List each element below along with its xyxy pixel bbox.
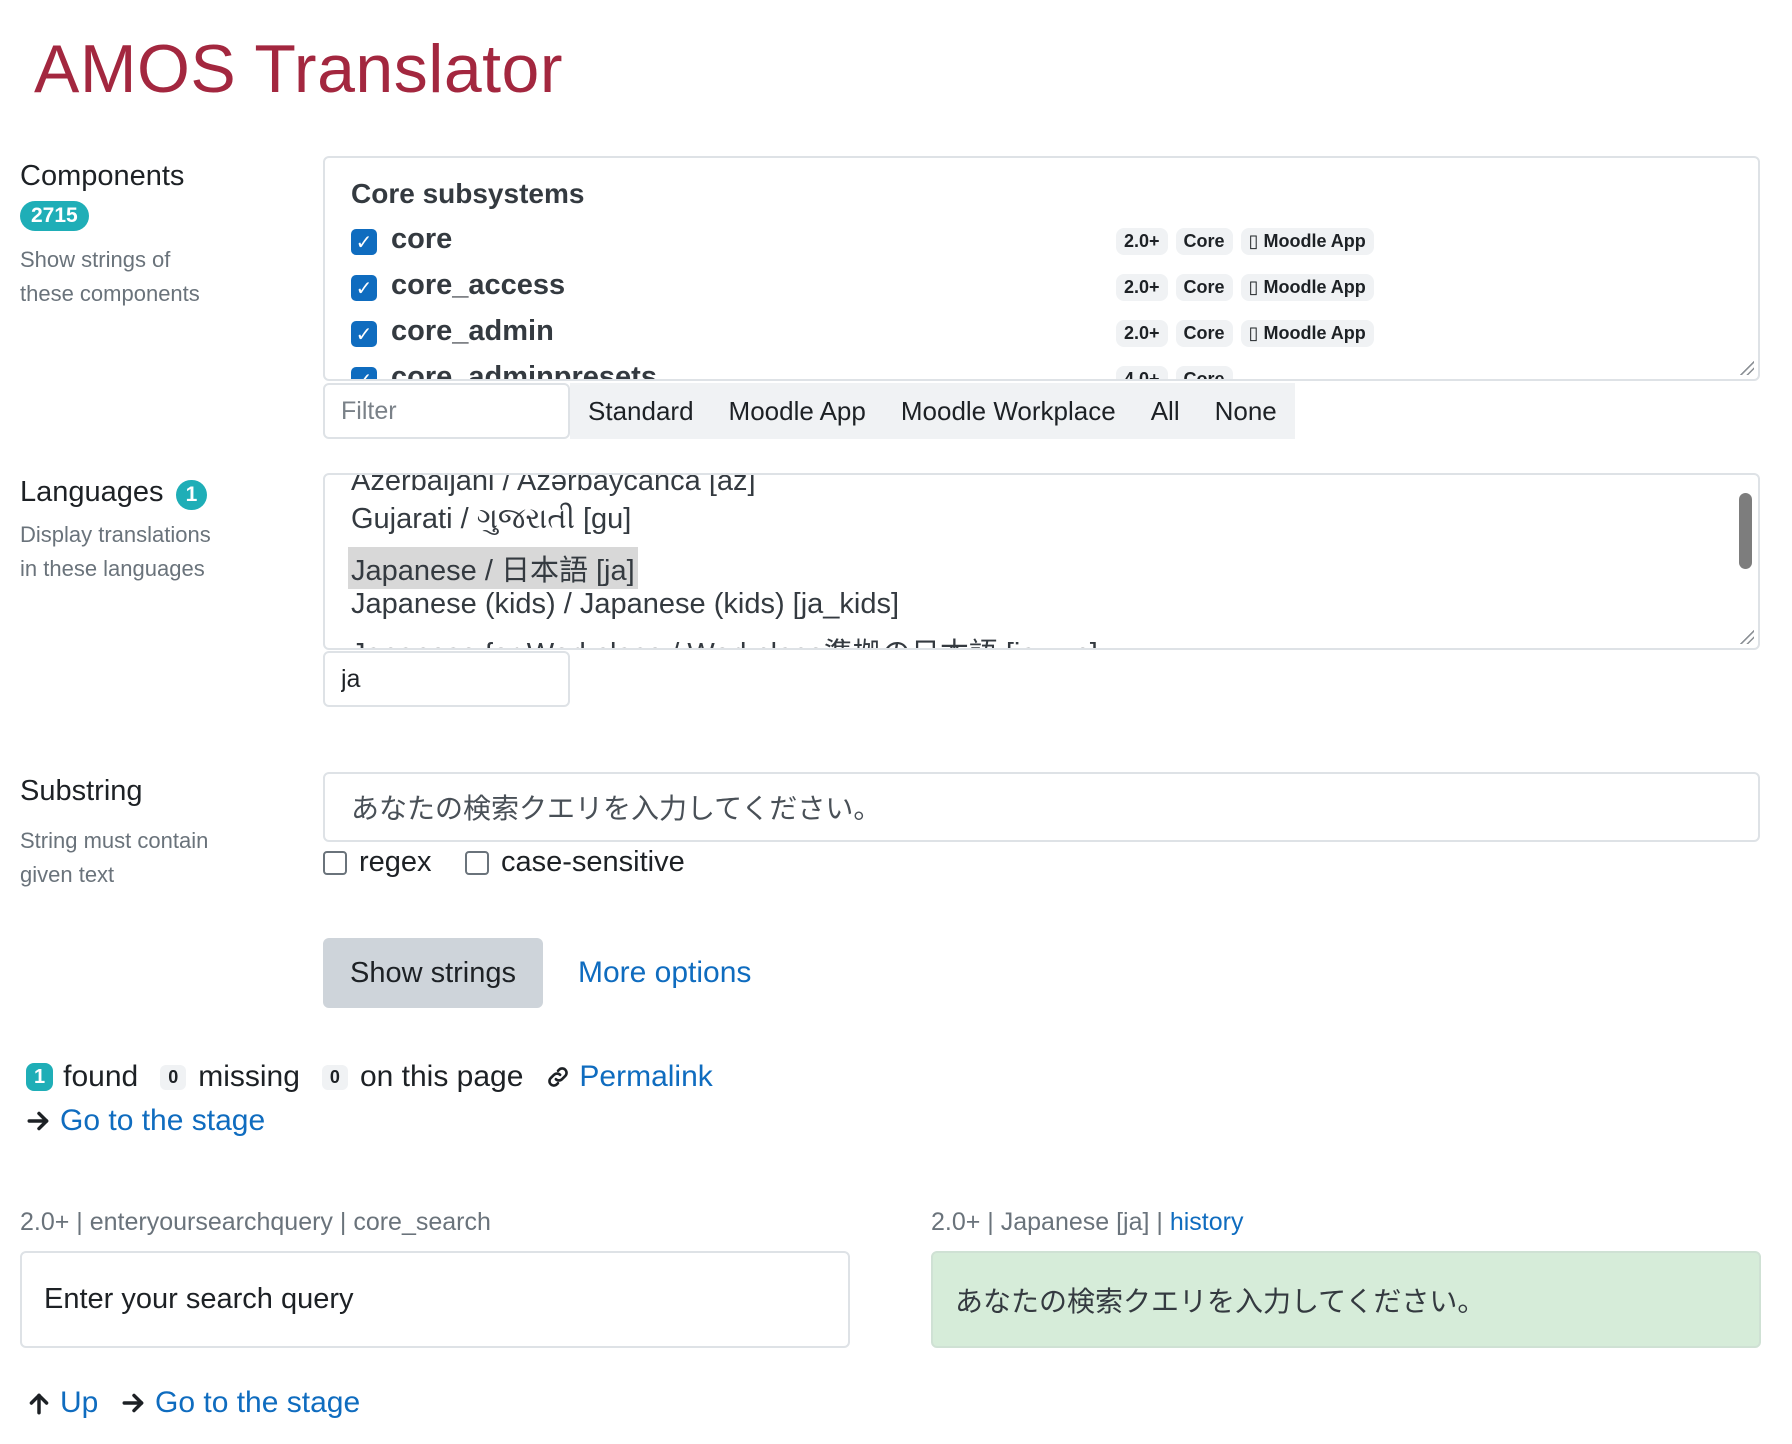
filter-moodle-app-button[interactable]: Moodle App (729, 396, 866, 427)
component-row[interactable]: ✓ core_adminpresets 4.0+ Core (351, 361, 1751, 381)
component-checkbox[interactable]: ✓ (351, 229, 377, 255)
go-to-stage-link[interactable]: Go to the stage (26, 1104, 265, 1138)
more-options-link[interactable]: More options (578, 956, 751, 990)
component-checkbox[interactable]: ✓ (351, 321, 377, 347)
substring-label-group: Substring String must contain given text (20, 775, 300, 892)
component-name: core (391, 223, 453, 255)
regex-option[interactable]: regex (323, 846, 432, 879)
found-label: found (63, 1060, 139, 1093)
resize-grip-icon[interactable] (1738, 628, 1754, 644)
substring-input[interactable] (323, 772, 1760, 842)
component-group-heading: Core subsystems (351, 178, 585, 209)
type-badge: Core (1175, 320, 1233, 347)
arrow-right-icon (27, 1111, 49, 1131)
component-name: core_adminpresets (391, 361, 657, 381)
filter-moodle-workplace-button[interactable]: Moodle Workplace (901, 396, 1116, 427)
component-filter-buttons: Standard Moodle App Moodle Workplace All… (570, 383, 1295, 439)
results-stats: 1 found 0 missing 0 on this page Permali… (26, 1060, 713, 1094)
substring-label: Substring (20, 775, 143, 807)
language-filter-input[interactable] (323, 651, 570, 707)
type-badge: Core (1175, 366, 1233, 379)
component-checkbox[interactable]: ✓ (351, 275, 377, 301)
components-list[interactable]: Core subsystems ✓ core 2.0+ Core ▯ Moodl… (323, 156, 1760, 381)
translation-string[interactable]: あなたの検索クエリを入力してください。 (931, 1251, 1761, 1348)
component-row[interactable]: ✓ core 2.0+ Core ▯ Moodle App (351, 223, 1751, 263)
languages-label-group: Languages 1 Display translations in thes… (20, 476, 300, 586)
original-string: Enter your search query (20, 1251, 850, 1348)
component-name: core_access (391, 269, 566, 301)
filter-none-button[interactable]: None (1215, 396, 1277, 427)
case-sensitive-label: case-sensitive (501, 846, 685, 878)
language-option[interactable]: Gujarati / ગુજરાતી [gu] (351, 503, 631, 536)
component-row[interactable]: ✓ core_admin 2.0+ Core ▯ Moodle App (351, 315, 1751, 355)
substring-description: String must contain given text (20, 828, 209, 887)
language-option-selected[interactable]: Japanese / 日本語 [ja] (348, 547, 638, 589)
app-badge: ▯ Moodle App (1240, 228, 1374, 255)
page-label: on this page (359, 1060, 524, 1093)
version-badge: 2.0+ (1116, 228, 1168, 255)
version-badge: 2.0+ (1116, 320, 1168, 347)
type-badge: Core (1175, 228, 1233, 255)
component-name: core_admin (391, 315, 554, 347)
language-option[interactable]: Azerbaijani / Azərbaycanca [az] (351, 475, 756, 498)
language-option[interactable]: Japanese for Workplace / Workplace準拠の日本語… (351, 630, 1098, 648)
languages-label: Languages (20, 476, 164, 508)
missing-count-badge: 0 (160, 1064, 187, 1090)
arrow-up-icon (29, 1393, 49, 1415)
languages-description: Display translations in these languages (20, 522, 211, 581)
case-sensitive-checkbox[interactable] (465, 850, 489, 875)
component-row[interactable]: ✓ core_access 2.0+ Core ▯ Moodle App (351, 269, 1751, 309)
version-badge: 4.0+ (1116, 366, 1168, 379)
page-count-badge: 0 (321, 1064, 348, 1090)
translation-meta: 2.0+ | Japanese [ja] | history (931, 1208, 1244, 1236)
found-count-badge: 1 (26, 1063, 54, 1091)
component-filter-input[interactable] (323, 383, 570, 439)
page-title: AMOS Translator (34, 31, 563, 107)
arrow-right-icon (122, 1393, 144, 1413)
footer-go-to-stage-link[interactable]: Go to the stage (121, 1386, 360, 1420)
regex-label: regex (359, 846, 432, 878)
up-link[interactable]: Up (26, 1386, 98, 1420)
regex-checkbox[interactable] (323, 850, 347, 875)
amos-page: AMOS Translator Components 2715 Show str… (0, 0, 1792, 1444)
languages-count-badge: 1 (175, 480, 208, 510)
components-label: Components (20, 160, 185, 192)
permalink-link[interactable]: Permalink (545, 1060, 713, 1094)
history-link[interactable]: history (1170, 1208, 1244, 1236)
case-sensitive-option[interactable]: case-sensitive (465, 846, 685, 879)
missing-label: missing (198, 1060, 300, 1093)
filter-all-button[interactable]: All (1151, 396, 1180, 427)
link-icon (548, 1067, 569, 1087)
filter-standard-button[interactable]: Standard (588, 396, 694, 427)
component-checkbox[interactable]: ✓ (351, 367, 377, 379)
original-meta: 2.0+ | enteryoursearchquery | core_searc… (20, 1208, 491, 1236)
version-badge: 2.0+ (1116, 274, 1168, 301)
languages-scrollbar[interactable] (1739, 493, 1752, 569)
show-strings-button[interactable]: Show strings (323, 938, 543, 1008)
components-description: Show strings of these components (20, 247, 200, 306)
components-count-badge: 2715 (20, 201, 89, 231)
resize-grip-icon[interactable] (1738, 359, 1754, 375)
languages-list[interactable]: Azerbaijani / Azərbaycanca [az] Gujarati… (323, 473, 1760, 650)
app-badge: ▯ Moodle App (1240, 274, 1374, 301)
components-label-group: Components 2715 Show strings of these co… (20, 160, 300, 311)
app-badge: ▯ Moodle App (1240, 320, 1374, 347)
type-badge: Core (1175, 274, 1233, 301)
language-option[interactable]: Japanese (kids) / Japanese (kids) [ja_ki… (351, 588, 899, 621)
